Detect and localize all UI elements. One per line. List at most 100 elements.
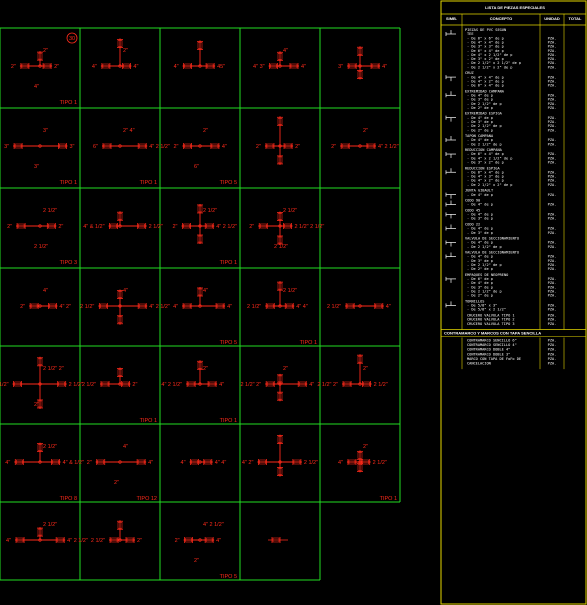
pipe-size-label: 4" xyxy=(386,304,391,310)
cell-type-label: TIPO 5 xyxy=(220,340,237,346)
pipe-size-label: 2" xyxy=(20,304,25,310)
pipe-size-label: 2 1/2" xyxy=(0,382,9,388)
pipe-size-label: 2 1/2" xyxy=(80,304,94,310)
fitting-cell: 2 1/2" 2" xyxy=(91,520,142,544)
fitting-cell: 4" 2 1/2" 2" TIPO 1 xyxy=(338,444,397,502)
pipe-size-label: 4" xyxy=(92,64,97,70)
legend-footer-unit: PZA. xyxy=(548,352,557,356)
pipe-size-label: 2 1/2" 2 1/2" xyxy=(294,224,324,230)
pipe-size-label: 2 1/2" xyxy=(373,460,387,466)
legend-footer-item: MARCO CON TAPA DE FoFo DE xyxy=(467,357,521,361)
cell-type-label: TIPO 1 xyxy=(220,260,237,266)
pipe-size-label: 4" 2 1/2" xyxy=(67,538,88,544)
cell-type-label: TIPO 5 xyxy=(220,574,237,580)
pipe-size-label: 2 1/2" 2" xyxy=(317,382,338,388)
fitting-cell: 2 1/2" 2" TIPO 1 xyxy=(82,367,157,424)
legend-item-unit: PZA. xyxy=(548,84,557,88)
pipe-size-label: 2 1/2" xyxy=(203,208,217,214)
bell-reducer-symbol xyxy=(445,152,456,159)
fitting-cell: 4" 2" 2 1/2" xyxy=(242,434,318,477)
pipe-size-label: 2 1/2" xyxy=(34,244,48,250)
pipe-size-label: 4" & 1/2" xyxy=(63,460,84,466)
pipe-size-label: 4" 2 1/2" xyxy=(149,144,170,150)
legend-footer-unit: PZA. xyxy=(548,362,557,366)
fitting-cell: 3" 3" 3" 3" TIPO 1 xyxy=(4,128,77,186)
pipe-size-label: 2" xyxy=(203,128,208,134)
cell-type-label: TIPO 1 xyxy=(60,180,77,186)
fitting-cell: 4" 45" xyxy=(174,40,225,70)
pipe-size-label: 4" xyxy=(338,460,343,466)
legend-footer-item: CONTRAMARCO DOBLE 4" xyxy=(467,348,510,352)
fitting-cell: 4" & 1/2" 2 1/2" xyxy=(83,211,163,230)
legend-item-text: - De 2" de p xyxy=(467,106,493,110)
fitting-cell: 2 1/2" 2 1/2" 2 1/2" 2" 2" xyxy=(0,356,83,409)
pipe-size-label: 2 1/2" xyxy=(374,382,388,388)
legend-item-text: - De 2" de p xyxy=(467,294,493,298)
pipe-size-label: 2 1/2" xyxy=(91,538,105,544)
cell-type-label: TIPO 5 xyxy=(220,180,237,186)
fitting-cell: 2" 2" xyxy=(256,116,300,165)
fitting-cell: 4" 4" & 1/2" 2 1/2" TIPO 8 xyxy=(5,442,84,502)
legend-item-text: - De 6" x 4" de p xyxy=(467,84,504,88)
elbow-45-symbol xyxy=(445,212,456,219)
cell-type-label: TIPO 3 xyxy=(60,260,77,266)
pipe-size-label: 4" 4" xyxy=(296,304,308,310)
legend-item-unit: PZA. xyxy=(548,183,557,187)
pipe-size-label: 2" xyxy=(11,64,16,70)
pipe-size-label: 6" xyxy=(93,144,98,150)
legend-footer-item: CANCELACION xyxy=(467,362,491,366)
pipe-size-label: 2" xyxy=(173,144,178,150)
legend-item-text: - De 2 1/2" x 2" de p xyxy=(467,65,512,69)
legend-item-unit: PZA. xyxy=(548,65,557,69)
pipe-size-label: 45" xyxy=(217,64,225,70)
pipe-size-label: 2" xyxy=(363,128,368,134)
pipe-size-label: 4" xyxy=(133,64,138,70)
legend-item-unit: PZA. xyxy=(548,245,557,249)
legend-item-text: - De 3" x 2" de p xyxy=(467,161,504,165)
pipe-size-label: 2" xyxy=(295,144,300,150)
legend-title: LISTA DE PIEZAS ESPECIALES xyxy=(485,5,545,10)
legend-footer-unit: PZA. xyxy=(548,348,557,352)
pipe-size-label: 2 1/2" xyxy=(327,304,341,310)
fitting-cell: 4" 4" 2" xyxy=(92,38,138,70)
fitting-cell: 2 1/2" 2" 2 1/2" 2" xyxy=(317,354,388,388)
pipe-size-label: 2 1/2" xyxy=(283,288,297,294)
special-parts-legend: LISTA DE PIEZAS ESPECIALES SIMB. CONCEPTO U… xyxy=(440,0,587,605)
legend-item-unit: PZA. xyxy=(548,106,557,110)
elbow-22-symbol xyxy=(445,224,456,231)
pipe-size-label: 4" xyxy=(222,144,227,150)
pipe-size-label: 2" xyxy=(249,224,254,230)
legend-item-text: - De 2" de p xyxy=(467,128,493,132)
pipe-size-label: 4" & 1/2" xyxy=(83,224,104,230)
legend-footer-title: CONTRAMARCO Y MARCOS CON TAPA SENCILLA xyxy=(444,331,541,336)
cell-type-label: TIPO 12 xyxy=(137,496,157,502)
pipe-size-label: 2 1/2" xyxy=(283,208,297,214)
pipe-size-label: 2" xyxy=(123,48,128,54)
pipe-size-label: 4" xyxy=(148,460,153,466)
spigot-reducer-symbol xyxy=(445,168,456,175)
pipe-size-label: 2 1/2" xyxy=(304,460,318,466)
pipe-size-label: 2" xyxy=(87,460,92,466)
pipe-size-label: 2" xyxy=(43,48,48,54)
fitting-cell: 4" 4" 4" xyxy=(181,459,226,466)
pipe-size-label: 2" xyxy=(132,382,137,388)
fitting-cell: 4" 2 1/2" 4" 2" TIPO 1 xyxy=(161,360,237,424)
pipe-size-label: 4" 2 1/2" xyxy=(203,522,224,528)
pipe-size-label: 3" xyxy=(34,164,39,170)
gibault-joint-symbol xyxy=(445,192,456,199)
pipe-size-label: 4" 2 1/2" xyxy=(216,224,237,230)
cell-type-label: TIPO 8 xyxy=(60,496,77,502)
fitting-cell: 2" 2" 2" 4" TIPO 1 30 xyxy=(11,32,78,106)
pipe-size-label: 4" xyxy=(181,460,186,466)
pipe-size-label: 4" xyxy=(173,304,178,310)
pipe-size-label: 4" xyxy=(5,460,10,466)
pipe-size-label: 2" xyxy=(7,224,12,230)
pipe-size-label: 2" xyxy=(54,64,59,70)
pipe-size-label: 4" 2 1/2" xyxy=(378,144,399,150)
legend-item-text: - De 3" de p xyxy=(467,231,493,235)
cell-type-label: TIPO 1 xyxy=(380,496,397,502)
fitting-cell: 2 1/2" 4" 4" 2 1/2" TIPO 1 xyxy=(247,281,317,346)
cell-type-label: TIPO 1 xyxy=(220,418,237,424)
legend-column-header: CONCEPTO xyxy=(490,16,513,21)
legend-column-header: TOTAL xyxy=(569,16,583,21)
